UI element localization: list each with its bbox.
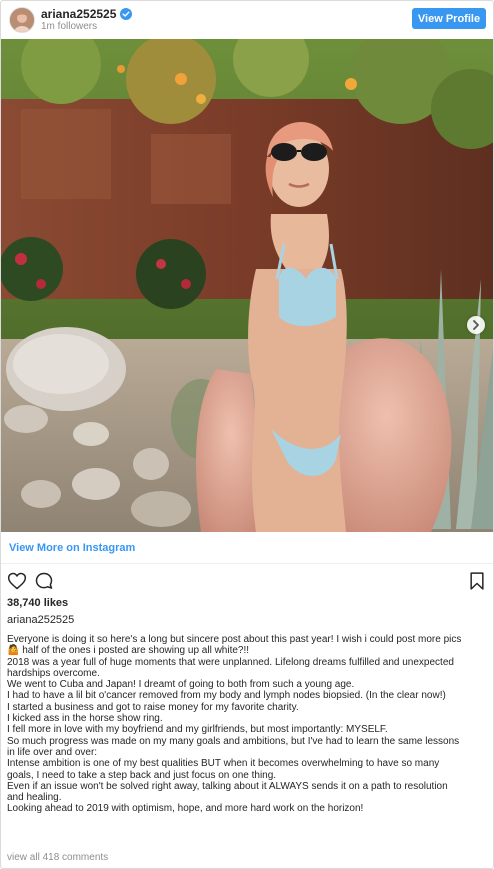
caption-line: I had to have a lil bit o'cancer removed…: [7, 690, 446, 702]
bookmark-icon[interactable]: [467, 571, 487, 591]
caption-line: hardships overcome.: [7, 667, 100, 679]
post-photo[interactable]: [1, 39, 493, 532]
action-bar: [1, 567, 493, 595]
caption-username[interactable]: ariana252525: [7, 614, 74, 626]
caption-line: Even if an issue won't be solved right a…: [7, 780, 448, 792]
heart-icon[interactable]: [7, 571, 27, 591]
likes-count[interactable]: 38,740 likes: [7, 597, 68, 609]
caption-line: Everyone is doing it so here's a long bu…: [7, 634, 462, 645]
username-row: ariana252525: [41, 7, 133, 21]
view-profile-button[interactable]: View Profile: [412, 8, 486, 29]
caption-line: Intense ambition is one of my best quali…: [7, 758, 440, 770]
verified-badge-icon: [120, 8, 133, 20]
caption-line: I kicked ass in the horse show ring.: [7, 713, 163, 725]
post-image: [1, 39, 493, 532]
caption-line: I fell more in love with my boyfriend an…: [7, 724, 388, 736]
followers-count: 1m followers: [41, 21, 98, 32]
view-more-on-instagram-link[interactable]: View More on Instagram: [9, 542, 135, 554]
username[interactable]: ariana252525: [41, 7, 116, 21]
caption-line: 2018 was a year full of huge moments tha…: [7, 656, 454, 668]
view-more-row: View More on Instagram: [1, 533, 493, 564]
caption-text: Everyone is doing it so here's a long bu…: [7, 634, 489, 815]
post-header: ariana252525 1m followers View Profile: [1, 1, 493, 38]
instagram-embed-card: ariana252525 1m followers View Profile V…: [0, 0, 494, 869]
caption-line: Looking ahead to 2019 with optimism, hop…: [7, 803, 364, 815]
caption-line: 🤷 half of the ones i posted are showing …: [7, 645, 250, 657]
caption-line: So much progress was made on my many goa…: [7, 735, 460, 747]
caption-line: We went to Cuba and Japan! I dreamt of g…: [7, 679, 355, 691]
comment-icon[interactable]: [34, 571, 54, 591]
carousel-next-button[interactable]: [467, 316, 485, 334]
view-all-comments-link[interactable]: view all 418 comments: [7, 852, 108, 863]
avatar[interactable]: [9, 7, 35, 33]
caption-line: I started a business and got to raise mo…: [7, 701, 299, 713]
caption-line: and healing.: [7, 792, 62, 804]
chevron-right-icon: [473, 320, 479, 330]
caption-line: in life over and over:: [7, 746, 98, 758]
caption-line: goals, I need to take a step back and ju…: [7, 769, 277, 781]
